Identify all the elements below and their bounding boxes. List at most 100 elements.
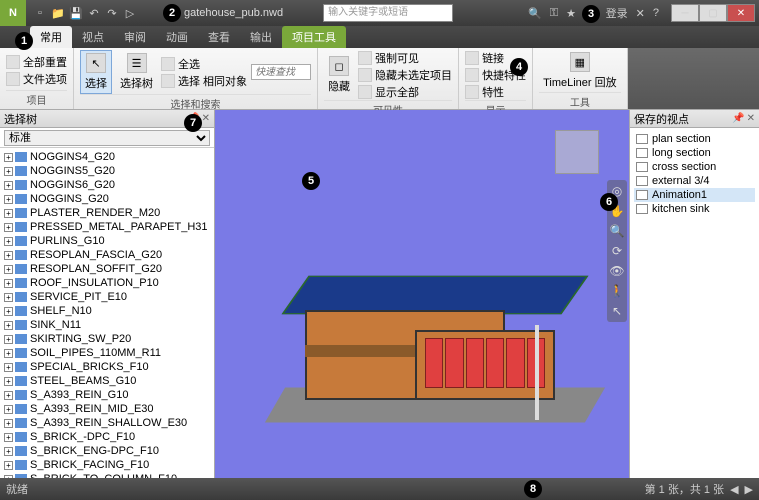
reset-all-button[interactable]: 全部重置 [6, 54, 67, 70]
expand-icon[interactable]: + [4, 153, 13, 162]
panel-close-icon[interactable]: ✕ [747, 113, 755, 124]
star-icon[interactable]: ★ [564, 7, 578, 20]
tab-viewpoint[interactable]: 视点 [72, 26, 114, 48]
tree-item[interactable]: +SERVICE_PIT_E10 [0, 290, 214, 304]
tree-item[interactable]: +NOGGINS4_G20 [0, 150, 214, 164]
sheet-next-icon[interactable]: ▶ [745, 483, 753, 496]
expand-icon[interactable]: + [4, 461, 13, 470]
hide-button[interactable]: ◻隐藏 [324, 54, 354, 96]
expand-icon[interactable]: + [4, 363, 13, 372]
tree-item[interactable]: +SPECIAL_BRICKS_F10 [0, 360, 214, 374]
expand-icon[interactable]: + [4, 377, 13, 386]
expand-icon[interactable]: + [4, 181, 13, 190]
select-button[interactable]: ↖选择 [80, 50, 112, 94]
expand-icon[interactable]: + [4, 167, 13, 176]
expand-icon[interactable]: + [4, 433, 13, 442]
tree-item[interactable]: +S_BRICK_TO_COLUMN_F10 [0, 472, 214, 478]
orbit-icon[interactable]: ⟳ [612, 244, 622, 258]
open-icon[interactable]: 📁 [50, 5, 66, 21]
tree-item[interactable]: +S_A393_REIN_SHALLOW_E30 [0, 416, 214, 430]
tree-item[interactable]: +RESOPLAN_FASCIA_G20 [0, 248, 214, 262]
tab-view[interactable]: 查看 [198, 26, 240, 48]
select-nav-icon[interactable]: ↖ [612, 304, 622, 318]
help-icon[interactable]: ? [651, 7, 661, 19]
expand-icon[interactable]: + [4, 475, 13, 479]
tree-item[interactable]: +S_A393_REIN_G10 [0, 388, 214, 402]
exchange-icon[interactable]: ✕ [634, 7, 647, 20]
tree-item[interactable]: +ROOF_INSULATION_P10 [0, 276, 214, 290]
expand-icon[interactable]: + [4, 279, 13, 288]
steering-wheel-icon[interactable]: ◎ [612, 184, 622, 198]
expand-icon[interactable]: + [4, 335, 13, 344]
file-options-button[interactable]: 文件选项 [6, 71, 67, 87]
expand-icon[interactable]: + [4, 195, 13, 204]
tree-item[interactable]: +PURLINS_G10 [0, 234, 214, 248]
tree-item[interactable]: +STEEL_BEAMS_G10 [0, 374, 214, 388]
quick-find-input[interactable] [251, 64, 311, 80]
quick-props-button[interactable]: 快捷特性 [465, 67, 526, 83]
select-tree-button[interactable]: ☰选择树 [116, 51, 157, 93]
expand-icon[interactable]: + [4, 391, 13, 400]
tree-item[interactable]: +SOIL_PIPES_110MM_R11 [0, 346, 214, 360]
expand-icon[interactable]: + [4, 209, 13, 218]
hide-unselected-button[interactable]: 隐藏未选定项目 [358, 67, 452, 83]
tree-item[interactable]: +S_BRICK_FACING_F10 [0, 458, 214, 472]
user-icon[interactable]: 👤 [582, 7, 600, 20]
zoom-icon[interactable]: 🔍 [610, 224, 625, 238]
app-icon[interactable]: N [0, 0, 26, 26]
select-icon[interactable]: ▷ [122, 5, 138, 21]
expand-icon[interactable]: + [4, 321, 13, 330]
expand-icon[interactable]: + [4, 447, 13, 456]
selection-tree[interactable]: +NOGGINS4_G20+NOGGINS5_G20+NOGGINS6_G20+… [0, 148, 214, 478]
saved-view-item[interactable]: plan section [634, 132, 755, 146]
tree-item[interactable]: +S_A393_REIN_MID_E30 [0, 402, 214, 416]
tree-item[interactable]: +SHELF_N10 [0, 304, 214, 318]
tree-item[interactable]: +NOGGINS_G20 [0, 192, 214, 206]
tab-home[interactable]: 常用 [30, 26, 72, 48]
links-button[interactable]: 链接 [465, 50, 526, 66]
look-icon[interactable]: 👁 [609, 264, 624, 278]
expand-icon[interactable]: + [4, 237, 13, 246]
expand-icon[interactable]: + [4, 349, 13, 358]
tree-item[interactable]: +SKIRTING_SW_P20 [0, 332, 214, 346]
saved-view-item[interactable]: external 3/4 [634, 174, 755, 188]
timeliner-button[interactable]: ▦TimeLiner 回放 [539, 50, 621, 92]
tree-item[interactable]: +SINK_N11 [0, 318, 214, 332]
tab-review[interactable]: 审阅 [114, 26, 156, 48]
pin-icon[interactable]: 📌 [732, 113, 744, 124]
key-icon[interactable]: ⚿ [548, 7, 560, 20]
binoculars-icon[interactable]: 🔍 [526, 7, 544, 20]
viewcube[interactable] [555, 130, 599, 174]
viewport-3d[interactable]: ◎ ✋ 🔍 ⟳ 👁 🚶 ↖ [215, 110, 629, 478]
expand-icon[interactable]: + [4, 405, 13, 414]
tree-item[interactable]: +RESOPLAN_SOFFIT_G20 [0, 262, 214, 276]
tree-item[interactable]: +NOGGINS5_G20 [0, 164, 214, 178]
tree-mode-select[interactable]: 标准 [4, 130, 210, 146]
pan-icon[interactable]: ✋ [610, 204, 625, 218]
expand-icon[interactable]: + [4, 265, 13, 274]
pin-icon[interactable]: 📌 [187, 113, 199, 124]
expand-icon[interactable]: + [4, 419, 13, 428]
tab-item-tools[interactable]: 项目工具 [282, 26, 346, 48]
saved-view-item[interactable]: Animation1 [634, 188, 755, 202]
select-all-button[interactable]: 全选 [161, 56, 247, 72]
expand-icon[interactable]: + [4, 223, 13, 232]
tree-item[interactable]: +S_BRICK_ENG-DPC_F10 [0, 444, 214, 458]
properties-button[interactable]: 特性 [465, 84, 526, 100]
saved-view-item[interactable]: cross section [634, 160, 755, 174]
undo-icon[interactable]: ↶ [86, 5, 102, 21]
maximize-button[interactable]: ▢ [699, 4, 727, 22]
save-icon[interactable]: 💾 [68, 5, 84, 21]
expand-icon[interactable]: + [4, 307, 13, 316]
login-link[interactable]: 登录 [604, 5, 630, 21]
tab-output[interactable]: 输出 [240, 26, 282, 48]
show-all-button[interactable]: 显示全部 [358, 84, 452, 100]
saved-view-item[interactable]: kitchen sink [634, 202, 755, 216]
redo-icon[interactable]: ↷ [104, 5, 120, 21]
tree-item[interactable]: +PLASTER_RENDER_M20 [0, 206, 214, 220]
walk-icon[interactable]: 🚶 [610, 284, 625, 298]
tree-item[interactable]: +PRESSED_METAL_PARAPET_H31 [0, 220, 214, 234]
select-same-button[interactable]: 选择 相同对象 [161, 73, 247, 89]
new-icon[interactable]: ▫ [32, 5, 48, 21]
expand-icon[interactable]: + [4, 293, 13, 302]
